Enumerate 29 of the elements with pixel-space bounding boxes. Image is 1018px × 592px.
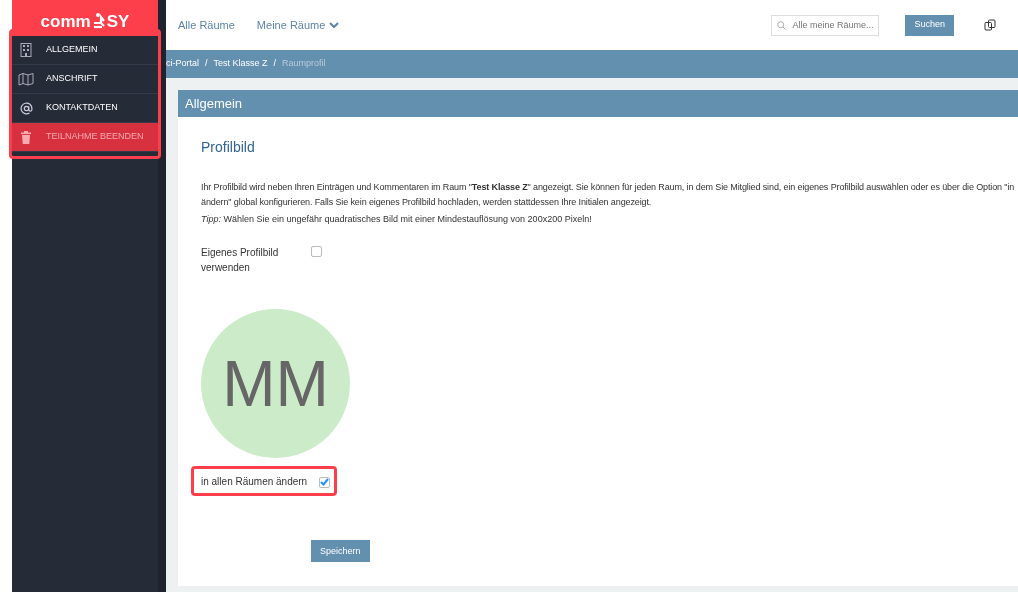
copy-icon[interactable] xyxy=(984,19,996,31)
checkbox[interactable] xyxy=(311,246,322,258)
trash-icon xyxy=(20,130,32,144)
breadcrumb-link[interactable]: ci-Portal xyxy=(166,57,199,71)
nav-link[interactable]: Meine Räume xyxy=(256,16,340,34)
checkbox-label: Eigenes Profilbild verwenden xyxy=(201,246,280,276)
breadcrumb-separator: / xyxy=(273,57,277,71)
breadcrumb-link[interactable]: Test Klasse Z xyxy=(213,57,268,71)
sidebar-item[interactable]: ALLGEMEIN xyxy=(12,36,158,65)
description-text: Ihr Profilbild wird neben Ihren Einträgen und Kommentaren im Raum "Test Klasse Z" angezeigt. Sie können für jeden Raum, in dem Sie Mitglied sind, ein eigenes Profilbild auswählen oder es über die Option "in ändern" global konfigurieren. Falls Sie kein eigenes Profilbild hochladen, werden stattdessen Ihre Initialen angezeigt. xyxy=(201,180,1016,209)
breadcrumb-current: Raumprofil xyxy=(282,57,326,71)
at-sign-icon xyxy=(19,101,33,115)
panel-title: Allgemein xyxy=(178,90,1018,117)
save-button[interactable]: Speichern xyxy=(311,540,370,563)
avatar: MM xyxy=(201,309,350,459)
checkbox[interactable] xyxy=(319,476,331,488)
logo: comm SY xyxy=(12,0,158,36)
map-icon xyxy=(18,72,34,86)
breadcrumb-separator: / xyxy=(205,57,208,71)
chevron-down-icon xyxy=(329,21,340,29)
nav-link[interactable]: Alle Räume xyxy=(178,16,235,34)
tip-text: Tipp: Wählen Sie ein ungefähr quadratisches Bild mit einer Mindestauflösung von 200x200 Pixeln! xyxy=(201,212,593,226)
building-icon xyxy=(20,43,32,57)
search-button[interactable]: Suchen xyxy=(905,14,954,36)
search-field[interactable]: Alle meine Räume... xyxy=(771,14,880,36)
sidebar-item[interactable]: TEILNAHME BEENDEN xyxy=(12,123,158,152)
sidebar-item[interactable]: ANSCHRIFT xyxy=(12,65,158,94)
checkbox-label: in allen Räumen ändern xyxy=(201,475,308,490)
section-heading: Profilbild xyxy=(201,139,256,156)
